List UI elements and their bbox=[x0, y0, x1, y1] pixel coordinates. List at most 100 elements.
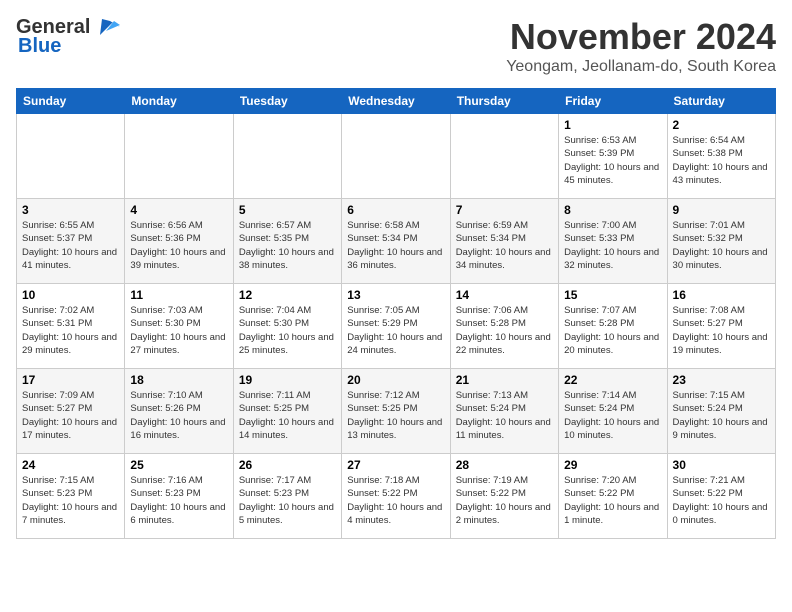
location: Yeongam, Jeollanam-do, South Korea bbox=[506, 58, 776, 76]
calendar-cell: 24 Sunrise: 7:15 AMSunset: 5:23 PMDayligh… bbox=[17, 454, 125, 539]
day-number: 24 bbox=[22, 458, 119, 472]
week-row-3: 17Sunrise: 7:09 AMSunset: 5:27 PMDayligh… bbox=[17, 369, 776, 454]
month-title: November 2024 bbox=[506, 16, 776, 58]
day-number: 16 bbox=[673, 288, 770, 302]
calendar-cell: 27Sunrise: 7:18 AMSunset: 5:22 PMDayligh… bbox=[342, 454, 450, 539]
day-number: 11 bbox=[130, 288, 227, 302]
day-number: 22 bbox=[564, 373, 661, 387]
calendar-cell: 20 Sunrise: 7:12 AMSunset: 5:25 PMDayligh… bbox=[342, 369, 450, 454]
day-number: 9 bbox=[673, 203, 770, 217]
day-number: 1 bbox=[564, 118, 661, 132]
calendar-cell: 3 Sunrise: 6:55 AMSunset: 5:37 PMDaylight… bbox=[17, 199, 125, 284]
day-info: Sunrise: 6:53 AMSunset: 5:39 PMDaylight:… bbox=[564, 134, 661, 187]
day-info: Sunrise: 7:11 AMSunset: 5:25 PMDaylight:… bbox=[239, 389, 336, 442]
col-header-wednesday: Wednesday bbox=[342, 89, 450, 114]
day-number: 10 bbox=[22, 288, 119, 302]
calendar-cell: 7 Sunrise: 6:59 AMSunset: 5:34 PMDaylight… bbox=[450, 199, 558, 284]
day-info: Sunrise: 7:15 AMSunset: 5:24 PMDaylight:… bbox=[673, 389, 770, 442]
col-header-monday: Monday bbox=[125, 89, 233, 114]
day-info: Sunrise: 6:59 AMSunset: 5:34 PMDaylight:… bbox=[456, 219, 553, 272]
week-row-2: 10 Sunrise: 7:02 AMSunset: 5:31 PMDayligh… bbox=[17, 284, 776, 369]
day-info: Sunrise: 7:09 AMSunset: 5:27 PMDaylight:… bbox=[22, 389, 119, 442]
calendar-cell: 2 Sunrise: 6:54 AMSunset: 5:38 PMDaylight… bbox=[667, 114, 775, 199]
day-number: 7 bbox=[456, 203, 553, 217]
day-info: Sunrise: 6:56 AMSunset: 5:36 PMDaylight:… bbox=[130, 219, 227, 272]
calendar-cell: 21 Sunrise: 7:13 AMSunset: 5:24 PMDayligh… bbox=[450, 369, 558, 454]
calendar-cell: 25 Sunrise: 7:16 AMSunset: 5:23 PMDayligh… bbox=[125, 454, 233, 539]
col-header-saturday: Saturday bbox=[667, 89, 775, 114]
calendar-cell: 6 Sunrise: 6:58 AMSunset: 5:34 PMDaylight… bbox=[342, 199, 450, 284]
day-info: Sunrise: 7:05 AMSunset: 5:29 PMDaylight:… bbox=[347, 304, 444, 357]
calendar-cell: 11 Sunrise: 7:03 AMSunset: 5:30 PMDayligh… bbox=[125, 284, 233, 369]
calendar-cell bbox=[342, 114, 450, 199]
day-info: Sunrise: 7:20 AMSunset: 5:22 PMDaylight:… bbox=[564, 474, 661, 527]
day-number: 13 bbox=[347, 288, 444, 302]
day-info: Sunrise: 7:15 AMSunset: 5:23 PMDaylight:… bbox=[22, 474, 119, 527]
day-info: Sunrise: 7:16 AMSunset: 5:23 PMDaylight:… bbox=[130, 474, 227, 527]
calendar-cell: 16 Sunrise: 7:08 AMSunset: 5:27 PMDayligh… bbox=[667, 284, 775, 369]
day-number: 5 bbox=[239, 203, 336, 217]
day-info: Sunrise: 7:07 AMSunset: 5:28 PMDaylight:… bbox=[564, 304, 661, 357]
calendar-cell: 15Sunrise: 7:07 AMSunset: 5:28 PMDayligh… bbox=[559, 284, 667, 369]
day-number: 8 bbox=[564, 203, 661, 217]
calendar-cell: 22 Sunrise: 7:14 AMSunset: 5:24 PMDayligh… bbox=[559, 369, 667, 454]
calendar-table: SundayMondayTuesdayWednesdayThursdayFrid… bbox=[16, 88, 776, 539]
day-number: 20 bbox=[347, 373, 444, 387]
day-info: Sunrise: 7:21 AMSunset: 5:22 PMDaylight:… bbox=[673, 474, 770, 527]
calendar-cell: 23Sunrise: 7:15 AMSunset: 5:24 PMDayligh… bbox=[667, 369, 775, 454]
week-row-0: 1 Sunrise: 6:53 AMSunset: 5:39 PMDaylight… bbox=[17, 114, 776, 199]
day-number: 6 bbox=[347, 203, 444, 217]
day-number: 29 bbox=[564, 458, 661, 472]
day-number: 26 bbox=[239, 458, 336, 472]
day-info: Sunrise: 7:02 AMSunset: 5:31 PMDaylight:… bbox=[22, 304, 119, 357]
calendar-cell: 4 Sunrise: 6:56 AMSunset: 5:36 PMDaylight… bbox=[125, 199, 233, 284]
calendar-cell: 12 Sunrise: 7:04 AMSunset: 5:30 PMDayligh… bbox=[233, 284, 341, 369]
calendar-cell: 10 Sunrise: 7:02 AMSunset: 5:31 PMDayligh… bbox=[17, 284, 125, 369]
logo-blue: Blue bbox=[16, 35, 61, 58]
day-info: Sunrise: 7:03 AMSunset: 5:30 PMDaylight:… bbox=[130, 304, 227, 357]
page-header: General Blue November 2024 Yeongam, Jeol… bbox=[16, 16, 776, 76]
calendar-header: SundayMondayTuesdayWednesdayThursdayFrid… bbox=[17, 89, 776, 114]
day-number: 3 bbox=[22, 203, 119, 217]
day-number: 28 bbox=[456, 458, 553, 472]
day-info: Sunrise: 6:55 AMSunset: 5:37 PMDaylight:… bbox=[22, 219, 119, 272]
day-number: 2 bbox=[673, 118, 770, 132]
day-number: 12 bbox=[239, 288, 336, 302]
calendar-cell: 8Sunrise: 7:00 AMSunset: 5:33 PMDaylight… bbox=[559, 199, 667, 284]
calendar-cell: 29 Sunrise: 7:20 AMSunset: 5:22 PMDayligh… bbox=[559, 454, 667, 539]
calendar-cell: 30Sunrise: 7:21 AMSunset: 5:22 PMDayligh… bbox=[667, 454, 775, 539]
day-number: 4 bbox=[130, 203, 227, 217]
day-info: Sunrise: 7:06 AMSunset: 5:28 PMDaylight:… bbox=[456, 304, 553, 357]
calendar-cell: 19 Sunrise: 7:11 AMSunset: 5:25 PMDayligh… bbox=[233, 369, 341, 454]
day-info: Sunrise: 7:18 AMSunset: 5:22 PMDaylight:… bbox=[347, 474, 444, 527]
day-info: Sunrise: 7:10 AMSunset: 5:26 PMDaylight:… bbox=[130, 389, 227, 442]
day-info: Sunrise: 6:54 AMSunset: 5:38 PMDaylight:… bbox=[673, 134, 770, 187]
day-number: 21 bbox=[456, 373, 553, 387]
day-info: Sunrise: 7:12 AMSunset: 5:25 PMDaylight:… bbox=[347, 389, 444, 442]
day-number: 19 bbox=[239, 373, 336, 387]
calendar-cell: 13 Sunrise: 7:05 AMSunset: 5:29 PMDayligh… bbox=[342, 284, 450, 369]
calendar-cell: 14 Sunrise: 7:06 AMSunset: 5:28 PMDayligh… bbox=[450, 284, 558, 369]
calendar-cell: 18 Sunrise: 7:10 AMSunset: 5:26 PMDayligh… bbox=[125, 369, 233, 454]
day-info: Sunrise: 7:01 AMSunset: 5:32 PMDaylight:… bbox=[673, 219, 770, 272]
calendar-cell bbox=[125, 114, 233, 199]
calendar-cell: 26 Sunrise: 7:17 AMSunset: 5:23 PMDayligh… bbox=[233, 454, 341, 539]
day-number: 25 bbox=[130, 458, 227, 472]
day-info: Sunrise: 7:17 AMSunset: 5:23 PMDaylight:… bbox=[239, 474, 336, 527]
day-info: Sunrise: 6:58 AMSunset: 5:34 PMDaylight:… bbox=[347, 219, 444, 272]
day-number: 18 bbox=[130, 373, 227, 387]
calendar-cell bbox=[233, 114, 341, 199]
day-number: 14 bbox=[456, 288, 553, 302]
col-header-friday: Friday bbox=[559, 89, 667, 114]
day-info: Sunrise: 7:04 AMSunset: 5:30 PMDaylight:… bbox=[239, 304, 336, 357]
day-info: Sunrise: 7:19 AMSunset: 5:22 PMDaylight:… bbox=[456, 474, 553, 527]
day-info: Sunrise: 7:08 AMSunset: 5:27 PMDaylight:… bbox=[673, 304, 770, 357]
calendar-cell: 5Sunrise: 6:57 AMSunset: 5:35 PMDaylight… bbox=[233, 199, 341, 284]
day-info: Sunrise: 7:14 AMSunset: 5:24 PMDaylight:… bbox=[564, 389, 661, 442]
calendar-cell: 17Sunrise: 7:09 AMSunset: 5:27 PMDayligh… bbox=[17, 369, 125, 454]
day-info: Sunrise: 7:13 AMSunset: 5:24 PMDaylight:… bbox=[456, 389, 553, 442]
calendar-cell: 9 Sunrise: 7:01 AMSunset: 5:32 PMDaylight… bbox=[667, 199, 775, 284]
logo-bird-icon bbox=[92, 17, 120, 39]
calendar-cell bbox=[450, 114, 558, 199]
logo: General Blue bbox=[16, 16, 120, 58]
